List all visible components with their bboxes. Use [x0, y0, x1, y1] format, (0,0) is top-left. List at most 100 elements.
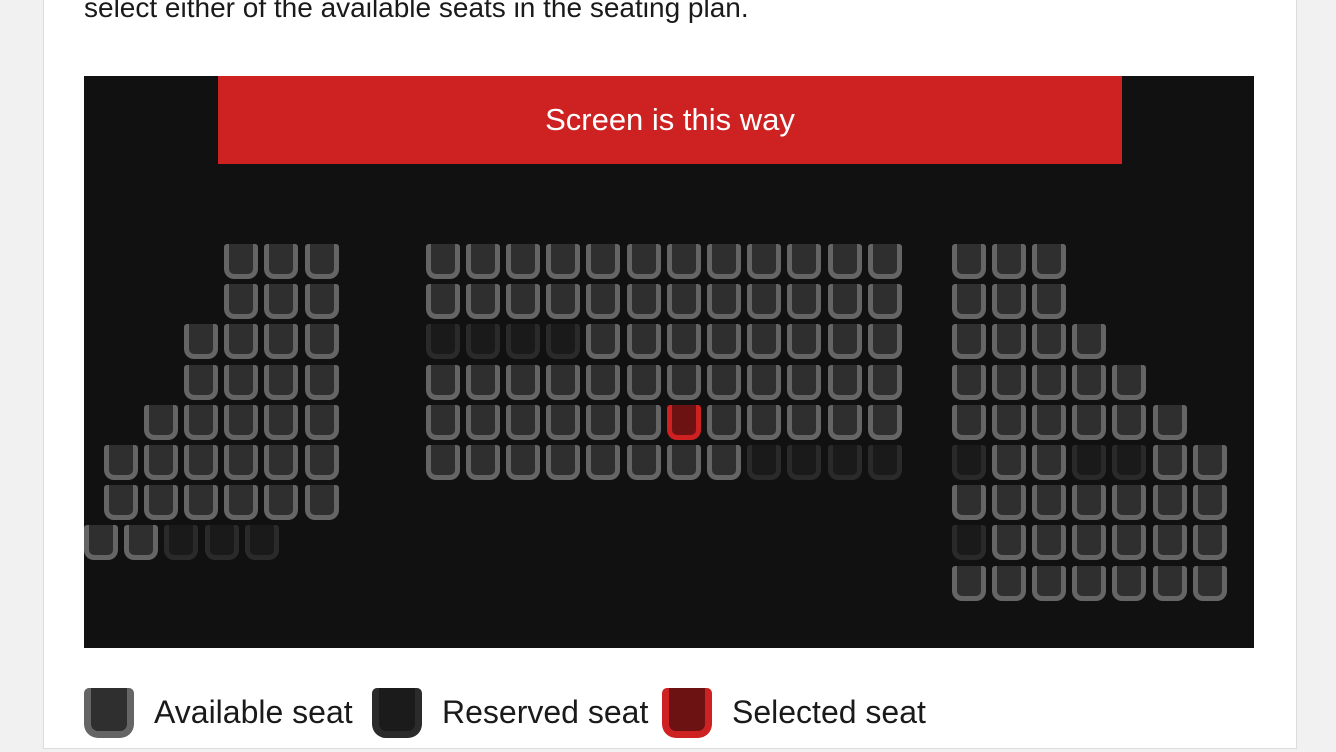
available-seat[interactable]: [505, 364, 540, 400]
available-seat[interactable]: [1072, 364, 1107, 400]
available-seat[interactable]: [465, 284, 500, 320]
available-seat[interactable]: [1031, 244, 1066, 279]
available-seat[interactable]: [787, 404, 822, 440]
available-seat[interactable]: [1031, 404, 1066, 440]
available-seat[interactable]: [183, 404, 218, 440]
available-seat[interactable]: [626, 404, 661, 440]
available-seat[interactable]: [666, 445, 701, 480]
available-seat[interactable]: [304, 364, 339, 400]
available-seat[interactable]: [586, 445, 621, 480]
available-seat[interactable]: [991, 565, 1026, 601]
available-seat[interactable]: [264, 284, 299, 320]
available-seat[interactable]: [224, 324, 259, 360]
available-seat[interactable]: [1072, 525, 1107, 561]
available-seat[interactable]: [787, 324, 822, 360]
available-seat[interactable]: [951, 284, 986, 320]
available-seat[interactable]: [546, 364, 581, 400]
available-seat[interactable]: [425, 284, 460, 320]
available-seat[interactable]: [666, 244, 701, 279]
available-seat[interactable]: [991, 364, 1026, 400]
available-seat[interactable]: [827, 364, 862, 400]
available-seat[interactable]: [304, 324, 339, 360]
available-seat[interactable]: [84, 525, 118, 561]
available-seat[interactable]: [224, 244, 259, 279]
available-seat[interactable]: [1072, 565, 1107, 601]
available-seat[interactable]: [183, 445, 218, 480]
available-seat[interactable]: [546, 284, 581, 320]
available-seat[interactable]: [304, 485, 339, 521]
available-seat[interactable]: [827, 404, 862, 440]
available-seat[interactable]: [1192, 485, 1227, 521]
available-seat[interactable]: [626, 445, 661, 480]
available-seat[interactable]: [1072, 324, 1107, 360]
available-seat[interactable]: [867, 244, 902, 279]
available-seat[interactable]: [465, 244, 500, 279]
available-seat[interactable]: [747, 364, 782, 400]
available-seat[interactable]: [224, 364, 259, 400]
available-seat[interactable]: [827, 324, 862, 360]
available-seat[interactable]: [991, 244, 1026, 279]
available-seat[interactable]: [626, 324, 661, 360]
available-seat[interactable]: [505, 404, 540, 440]
available-seat[interactable]: [1112, 485, 1147, 521]
available-seat[interactable]: [1031, 445, 1066, 480]
available-seat[interactable]: [304, 404, 339, 440]
available-seat[interactable]: [1152, 485, 1187, 521]
available-seat[interactable]: [586, 284, 621, 320]
selected-seat[interactable]: [666, 404, 701, 440]
available-seat[interactable]: [1072, 404, 1107, 440]
available-seat[interactable]: [1152, 445, 1187, 480]
available-seat[interactable]: [586, 324, 621, 360]
available-seat[interactable]: [951, 324, 986, 360]
available-seat[interactable]: [747, 284, 782, 320]
available-seat[interactable]: [951, 565, 986, 601]
available-seat[interactable]: [1072, 485, 1107, 521]
available-seat[interactable]: [505, 244, 540, 279]
available-seat[interactable]: [224, 404, 259, 440]
available-seat[interactable]: [264, 445, 299, 480]
available-seat[interactable]: [827, 244, 862, 279]
available-seat[interactable]: [827, 284, 862, 320]
available-seat[interactable]: [586, 244, 621, 279]
available-seat[interactable]: [1112, 404, 1147, 440]
available-seat[interactable]: [304, 445, 339, 480]
available-seat[interactable]: [1192, 565, 1227, 601]
available-seat[interactable]: [1031, 284, 1066, 320]
available-seat[interactable]: [546, 445, 581, 480]
available-seat[interactable]: [1152, 404, 1187, 440]
available-seat[interactable]: [465, 404, 500, 440]
available-seat[interactable]: [747, 324, 782, 360]
available-seat[interactable]: [304, 244, 339, 279]
available-seat[interactable]: [991, 525, 1026, 561]
available-seat[interactable]: [1152, 565, 1187, 601]
available-seat[interactable]: [747, 404, 782, 440]
available-seat[interactable]: [103, 445, 138, 480]
available-seat[interactable]: [103, 485, 138, 521]
available-seat[interactable]: [747, 244, 782, 279]
available-seat[interactable]: [867, 364, 902, 400]
available-seat[interactable]: [1031, 364, 1066, 400]
available-seat[interactable]: [787, 244, 822, 279]
available-seat[interactable]: [787, 284, 822, 320]
available-seat[interactable]: [951, 244, 986, 279]
available-seat[interactable]: [143, 445, 178, 480]
available-seat[interactable]: [991, 404, 1026, 440]
available-seat[interactable]: [183, 485, 218, 521]
available-seat[interactable]: [991, 485, 1026, 521]
available-seat[interactable]: [465, 364, 500, 400]
available-seat[interactable]: [143, 485, 178, 521]
available-seat[interactable]: [991, 445, 1026, 480]
available-seat[interactable]: [626, 244, 661, 279]
available-seat[interactable]: [224, 485, 259, 521]
available-seat[interactable]: [183, 324, 218, 360]
available-seat[interactable]: [183, 364, 218, 400]
available-seat[interactable]: [465, 445, 500, 480]
available-seat[interactable]: [706, 324, 741, 360]
available-seat[interactable]: [706, 445, 741, 480]
available-seat[interactable]: [991, 284, 1026, 320]
available-seat[interactable]: [666, 284, 701, 320]
available-seat[interactable]: [425, 404, 460, 440]
available-seat[interactable]: [706, 244, 741, 279]
available-seat[interactable]: [425, 244, 460, 279]
available-seat[interactable]: [1112, 525, 1147, 561]
